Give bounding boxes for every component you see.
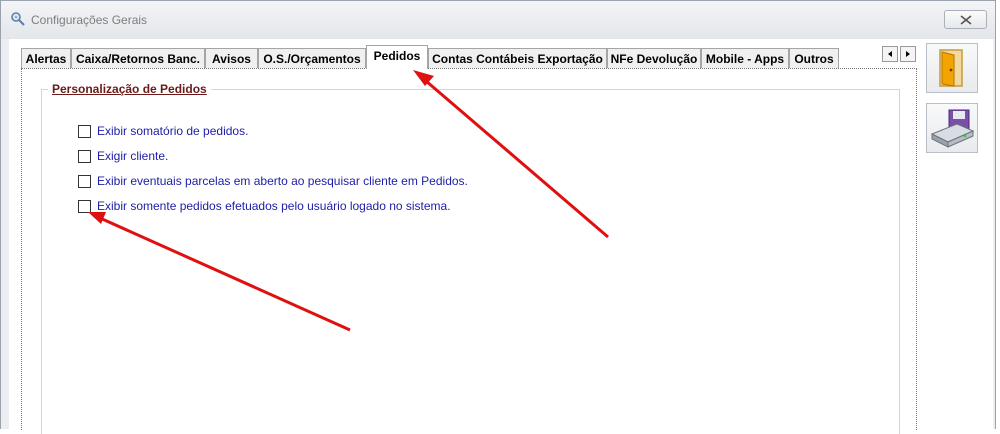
checkbox-exibir-somatorio[interactable] — [78, 124, 91, 138]
tab-alertas[interactable]: Alertas — [21, 48, 71, 68]
checkbox-parcelas-em-aberto[interactable] — [78, 174, 91, 188]
tab-mobile-apps[interactable]: Mobile - Apps — [701, 48, 789, 68]
option-pedidos-usuario-logado[interactable]: Exibir somente pedidos efetuados pelo us… — [78, 199, 451, 213]
arrow-left-icon — [888, 51, 892, 57]
checkbox-pedidos-usuario-logado[interactable] — [78, 199, 91, 213]
tab-outros[interactable]: Outros — [789, 48, 839, 68]
group-title: Personalização de Pedidos — [48, 82, 211, 96]
tab-pedidos[interactable]: Pedidos — [366, 45, 428, 69]
option-exigir-cliente[interactable]: Exigir cliente. — [78, 149, 168, 163]
settings-window: Configurações Gerais Alertas Caixa/Retor… — [0, 0, 996, 434]
exit-door-icon — [939, 49, 963, 87]
arrow-right-icon — [906, 51, 910, 57]
group-personalizacao-pedidos: Personalização de Pedidos Exibir somatór… — [41, 82, 900, 434]
tab-os-orcamentos[interactable]: O.S./Orçamentos — [258, 48, 366, 68]
tab-avisos[interactable]: Avisos — [205, 48, 258, 68]
tab-scroll-right-button[interactable] — [900, 46, 916, 62]
client-area: Alertas Caixa/Retornos Banc. Avisos O.S.… — [9, 39, 993, 434]
option-exibir-somatorio[interactable]: Exibir somatório de pedidos. — [78, 124, 248, 138]
checkbox-exigir-cliente[interactable] — [78, 149, 91, 163]
close-button[interactable] — [944, 10, 987, 29]
option-label: Exigir cliente. — [97, 149, 169, 163]
tab-scroll-left-button[interactable] — [882, 46, 898, 62]
window-title: Configurações Gerais — [31, 13, 148, 27]
app-settings-icon — [11, 12, 25, 26]
tab-contas-contabeis[interactable]: Contas Contábeis Exportação — [428, 48, 607, 68]
option-label: Exibir somente pedidos efetuados pelo us… — [97, 199, 451, 213]
option-parcelas-em-aberto[interactable]: Exibir eventuais parcelas em aberto ao p… — [78, 174, 468, 188]
save-button[interactable] — [926, 103, 978, 153]
close-icon — [960, 15, 972, 25]
save-disk-icon — [930, 109, 975, 148]
tab-caixa-retornos[interactable]: Caixa/Retornos Banc. — [71, 48, 205, 68]
option-label: Exibir eventuais parcelas em aberto ao p… — [97, 174, 468, 188]
title-bar: Configurações Gerais — [1, 1, 995, 39]
tab-nfe-devolucao[interactable]: NFe Devolução — [607, 48, 701, 68]
exit-button[interactable] — [926, 43, 978, 93]
tab-panel-pedidos: Personalização de Pedidos Exibir somatór… — [21, 68, 917, 434]
option-label: Exibir somatório de pedidos. — [97, 124, 249, 138]
